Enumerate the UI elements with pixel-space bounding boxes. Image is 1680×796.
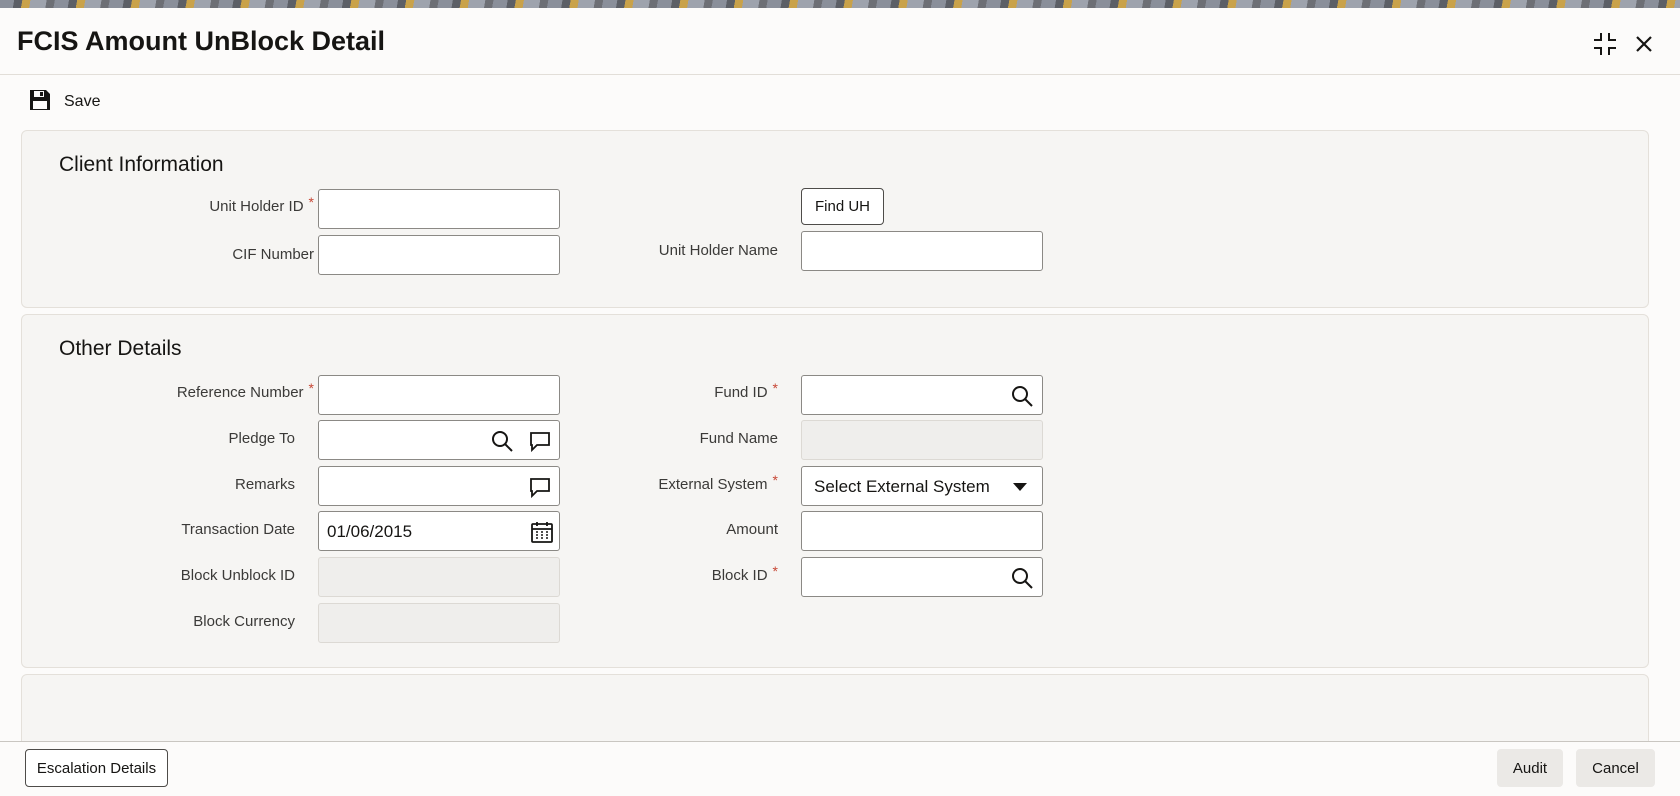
amount-label: Amount xyxy=(726,521,778,538)
remarks-label: Remarks xyxy=(234,476,295,493)
header-banner xyxy=(0,0,1680,8)
section-title-client-information: Client Information xyxy=(59,153,224,176)
required-marker: * xyxy=(308,380,314,396)
required-marker: * xyxy=(772,472,778,488)
close-icon[interactable] xyxy=(1630,30,1658,58)
cif-number-input[interactable] xyxy=(318,235,560,275)
pledge-to-input[interactable] xyxy=(318,420,560,460)
fund-id-input[interactable] xyxy=(801,375,1043,415)
required-marker: * xyxy=(772,563,778,579)
reference-number-label-text: Reference Number xyxy=(176,384,304,401)
block-id-label: Block ID * xyxy=(602,563,778,584)
client-information-section: Client Information Unit Holder ID * CIF N… xyxy=(21,130,1649,308)
comment-icon[interactable] xyxy=(528,429,552,453)
transaction-date-input[interactable]: 01/06/2015 xyxy=(318,511,560,551)
audit-button[interactable]: Audit xyxy=(1497,749,1563,787)
title-bar: FCIS Amount UnBlock Detail xyxy=(0,8,1680,75)
unit-holder-id-label-text: Unit Holder ID xyxy=(209,198,304,215)
external-system-label: External System * xyxy=(602,472,778,493)
reference-number-input[interactable] xyxy=(318,375,560,415)
other-details-section: Other Details Reference Number * Pledge T… xyxy=(21,314,1649,668)
save-label: Save xyxy=(64,93,101,110)
block-unblock-id-label: Block Unblock ID xyxy=(180,567,295,584)
search-icon[interactable] xyxy=(1010,566,1034,590)
unit-holder-id-input[interactable] xyxy=(318,189,560,229)
external-system-label-text: External System xyxy=(658,476,768,493)
page-title: FCIS Amount UnBlock Detail xyxy=(17,26,386,56)
dialog-window: FCIS Amount UnBlock Detail Save Client I… xyxy=(0,8,1680,796)
required-marker: * xyxy=(308,194,314,210)
calendar-icon[interactable] xyxy=(530,520,554,544)
block-currency-input xyxy=(318,603,560,643)
pledge-to-label: Pledge To xyxy=(228,430,295,447)
fund-name-label: Fund Name xyxy=(699,430,778,447)
footer-bar: Escalation Details Audit Cancel xyxy=(0,741,1680,796)
transaction-date-value: 01/06/2015 xyxy=(327,522,413,541)
fund-id-label: Fund ID * xyxy=(602,380,778,401)
block-currency-label: Block Currency xyxy=(193,613,295,630)
remarks-input[interactable] xyxy=(318,466,560,506)
reference-number-label: Reference Number * xyxy=(102,380,314,401)
maximize-icon[interactable] xyxy=(1591,30,1619,58)
cif-number-label: CIF Number xyxy=(232,246,314,263)
block-unblock-id-input xyxy=(318,557,560,597)
amount-input[interactable] xyxy=(801,511,1043,551)
required-marker: * xyxy=(772,380,778,396)
section-title-other-details: Other Details xyxy=(59,337,182,360)
fund-name-input xyxy=(801,420,1043,460)
search-icon[interactable] xyxy=(490,429,514,453)
comment-icon[interactable] xyxy=(528,475,552,499)
cancel-button[interactable]: Cancel xyxy=(1576,749,1655,787)
fund-id-label-text: Fund ID xyxy=(714,384,768,401)
search-icon[interactable] xyxy=(1010,384,1034,408)
escalation-details-button[interactable]: Escalation Details xyxy=(25,749,168,787)
block-id-label-text: Block ID xyxy=(711,567,768,584)
save-icon xyxy=(28,88,52,117)
block-id-input[interactable] xyxy=(801,557,1043,597)
find-uh-button[interactable]: Find UH xyxy=(801,188,884,225)
save-button[interactable]: Save xyxy=(28,88,100,116)
external-system-select[interactable]: Select External System xyxy=(801,466,1043,506)
unit-holder-id-label: Unit Holder ID * xyxy=(142,194,314,215)
unit-holder-name-input[interactable] xyxy=(801,231,1043,271)
transaction-date-label: Transaction Date xyxy=(181,521,295,538)
unit-holder-name-label: Unit Holder Name xyxy=(658,242,778,259)
external-system-value: Select External System xyxy=(814,477,990,496)
chevron-down-icon xyxy=(1013,483,1027,491)
